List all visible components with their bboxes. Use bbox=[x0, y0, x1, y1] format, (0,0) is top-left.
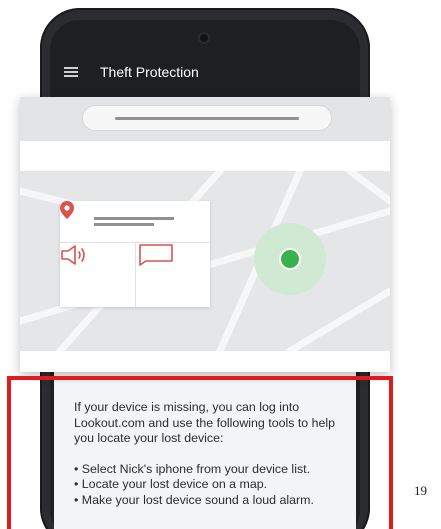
search-bar[interactable] bbox=[82, 105, 332, 131]
map-pin-icon bbox=[60, 201, 74, 219]
device-name-line bbox=[94, 217, 174, 220]
highlight-box bbox=[7, 376, 393, 529]
send-message-button[interactable] bbox=[136, 243, 210, 307]
device-location-dot-icon[interactable] bbox=[279, 248, 301, 270]
search-placeholder-line bbox=[115, 117, 299, 120]
front-camera bbox=[198, 32, 210, 44]
device-info-popup bbox=[60, 201, 210, 307]
app-header: Theft Protection bbox=[50, 54, 360, 90]
device-address-line bbox=[94, 223, 154, 226]
card-header bbox=[20, 97, 390, 141]
message-icon bbox=[139, 244, 173, 266]
map-card bbox=[20, 97, 390, 372]
device-map[interactable] bbox=[20, 171, 390, 351]
page-number: 19 bbox=[414, 483, 427, 498]
speaker-icon bbox=[61, 245, 85, 265]
sound-alarm-button[interactable] bbox=[60, 243, 134, 307]
app-title: Theft Protection bbox=[100, 64, 199, 80]
hamburger-icon[interactable] bbox=[64, 67, 78, 77]
